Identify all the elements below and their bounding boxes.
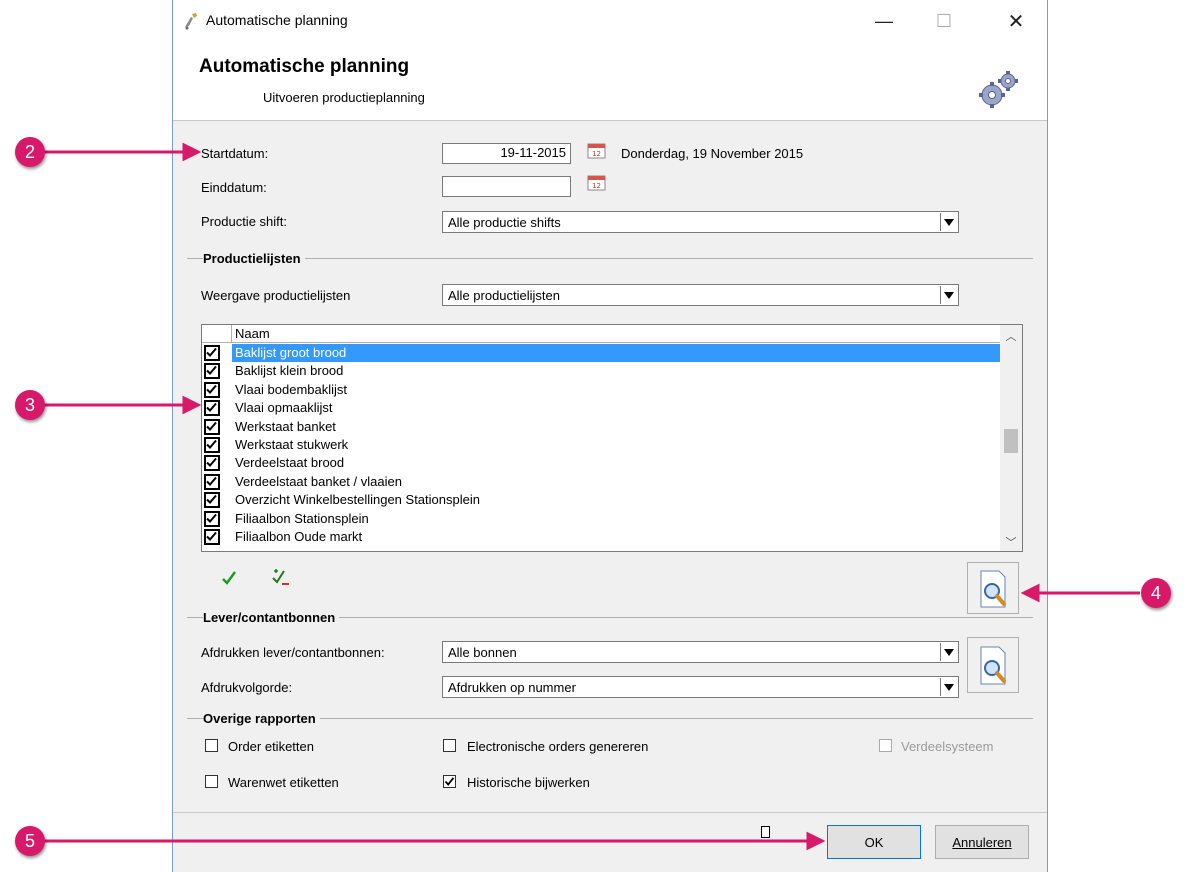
annotation-arrowhead-5 <box>806 831 826 851</box>
annotation-badge-5: 5 <box>15 826 45 856</box>
annotation-arrowhead-2 <box>182 142 202 162</box>
annotation-overlay <box>44 142 1140 851</box>
annotation-arrowhead-3 <box>182 395 202 415</box>
annotation-badge-4: 4 <box>1141 578 1171 608</box>
annotation-arrowhead-4 <box>1020 583 1040 603</box>
annotation-badge-2: 2 <box>15 137 45 167</box>
annotation-badge-3: 3 <box>15 390 45 420</box>
